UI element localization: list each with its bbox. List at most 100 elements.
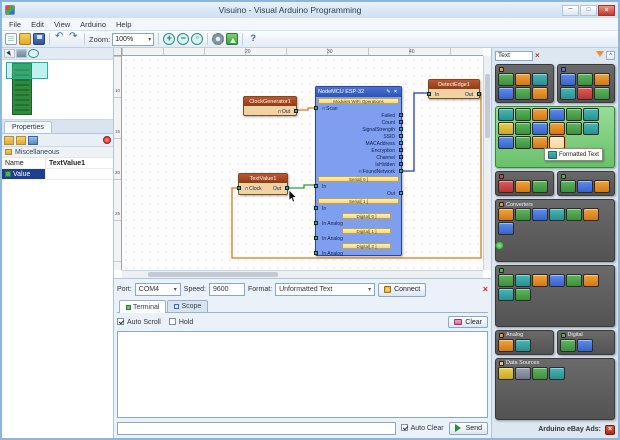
component-icon[interactable] <box>498 367 514 380</box>
component-icon[interactable] <box>566 274 582 287</box>
scrollbar-thumb[interactable] <box>148 272 278 277</box>
component-icon[interactable] <box>560 180 576 193</box>
pin-icon[interactable] <box>103 136 111 144</box>
property-row-value[interactable]: Value <box>2 169 113 180</box>
send-input[interactable] <box>117 422 396 435</box>
component-icon[interactable] <box>549 108 565 121</box>
component-icon[interactable] <box>549 208 565 221</box>
component-icon[interactable] <box>498 288 514 301</box>
toolbox-category-converters[interactable]: Converters <box>495 199 615 261</box>
component-icon[interactable] <box>549 274 565 287</box>
component-icon[interactable] <box>498 339 514 352</box>
component-icon[interactable] <box>532 180 548 193</box>
component-icon[interactable] <box>532 108 548 121</box>
collapse-all-icon[interactable]: ^ <box>606 51 615 60</box>
component-esp32[interactable]: NodeMCU ESP-32 Modules WiFi Operations S… <box>315 86 402 256</box>
auto-clear-checkbox[interactable]: Auto Clear <box>401 424 444 432</box>
component-clockgenerator[interactable]: ClockGenerator1 Out <box>243 96 297 116</box>
checkbox-icon[interactable] <box>401 424 408 431</box>
clear-button[interactable]: Clear <box>448 316 488 328</box>
redo-icon[interactable] <box>68 33 80 45</box>
component-icon[interactable] <box>532 208 548 221</box>
serial-strip[interactable]: Serial[ 1 ] <box>318 198 399 204</box>
component-icon[interactable] <box>577 73 593 86</box>
toolbox-category[interactable] <box>495 64 554 103</box>
component-icon[interactable] <box>577 87 593 100</box>
component-icon[interactable] <box>583 108 599 121</box>
zoom-fit-icon[interactable] <box>191 33 203 45</box>
viewport-rectangle[interactable] <box>6 62 48 79</box>
connect-button[interactable]: Connect <box>378 283 426 297</box>
component-icon[interactable] <box>515 339 531 352</box>
hold-checkbox[interactable]: Hold <box>169 318 193 326</box>
clear-filter-icon[interactable]: × <box>535 52 540 60</box>
auto-scroll-checkbox[interactable]: Auto Scroll <box>117 318 161 326</box>
component-icon[interactable] <box>532 87 548 100</box>
esp32-output-pin[interactable] <box>399 162 403 166</box>
component-icon[interactable] <box>566 122 582 135</box>
esp32-serial0-in-pin[interactable] <box>314 184 318 188</box>
component-icon[interactable] <box>498 136 514 149</box>
serial-strip[interactable]: Serial[ 0 ] <box>318 176 399 182</box>
component-icon[interactable] <box>560 73 576 86</box>
menu-arduino[interactable]: Arduino <box>75 20 111 29</box>
component-icon[interactable] <box>566 108 582 121</box>
design-canvas[interactable]: ClockGenerator1 Out TextValue1 Clock Out <box>122 56 483 270</box>
component-icon[interactable] <box>560 87 576 100</box>
esp32-foundnetwork-pin[interactable] <box>399 169 403 173</box>
esp32-output-pin[interactable] <box>399 134 403 138</box>
magnifier-icon[interactable] <box>28 49 39 58</box>
component-icon[interactable] <box>577 180 593 193</box>
esp32-output-pin[interactable] <box>399 127 403 131</box>
component-icon[interactable] <box>532 122 548 135</box>
esp32-output-pin[interactable] <box>399 113 403 117</box>
select-tool-icon[interactable] <box>4 49 15 58</box>
clockgen-out-pin[interactable] <box>294 109 298 113</box>
component-icon[interactable] <box>532 367 548 380</box>
component-icon[interactable] <box>594 73 610 86</box>
property-value[interactable] <box>46 169 113 179</box>
collapse-all-icon[interactable] <box>16 136 26 145</box>
component-icon[interactable] <box>498 180 514 193</box>
category-header[interactable]: Data Sources <box>498 360 612 367</box>
category-header[interactable]: Converters <box>498 201 612 208</box>
toolbox-category-digital[interactable]: Digital <box>557 330 616 355</box>
component-icon[interactable] <box>515 288 531 301</box>
category-header[interactable] <box>560 66 613 73</box>
tab-terminal[interactable]: Terminal <box>119 300 166 313</box>
digital-strip[interactable]: Digital[ 1 ] <box>342 228 391 234</box>
digital-strip[interactable]: Digital[ 2 ] <box>342 243 391 249</box>
component-icon[interactable] <box>583 208 599 221</box>
category-header[interactable]: Digital <box>560 332 613 339</box>
component-icon[interactable] <box>594 87 610 100</box>
esp32-digital0-in-pin[interactable] <box>314 221 318 225</box>
toolbox-category[interactable] <box>495 171 554 196</box>
component-icon[interactable] <box>532 274 548 287</box>
new-file-icon[interactable] <box>5 33 17 45</box>
help-icon[interactable] <box>247 33 259 45</box>
esp32-serial1-in-pin[interactable] <box>314 206 318 210</box>
sort-icon[interactable] <box>28 136 38 145</box>
textvalue-clock-pin[interactable] <box>237 186 241 190</box>
pin-toolbox-icon[interactable] <box>495 241 504 250</box>
toolbox-category[interactable] <box>557 171 616 196</box>
component-icon[interactable] <box>560 339 576 352</box>
wire-clock-to-scan[interactable] <box>297 108 315 110</box>
component-icon[interactable] <box>498 208 514 221</box>
zoom-out-icon[interactable] <box>177 33 189 45</box>
zoom-in-icon[interactable] <box>163 33 175 45</box>
close-button[interactable] <box>598 5 615 16</box>
component-icon[interactable] <box>577 339 593 352</box>
close-ad-icon[interactable] <box>605 425 615 435</box>
component-icon[interactable] <box>583 274 599 287</box>
component-icon[interactable] <box>532 73 548 86</box>
menu-file[interactable]: File <box>4 20 26 29</box>
toolbox-category[interactable] <box>557 64 616 103</box>
toolbox-category-analog[interactable]: Analog <box>495 330 554 355</box>
close-console-icon[interactable]: × <box>483 285 488 294</box>
component-icon[interactable] <box>566 208 582 221</box>
canvas-horizontal-scrollbar[interactable] <box>122 270 483 278</box>
checkbox-icon[interactable] <box>169 318 176 325</box>
esp32-serial0-out-pin[interactable] <box>399 191 403 195</box>
component-textvalue[interactable]: TextValue1 Clock Out <box>238 173 288 195</box>
